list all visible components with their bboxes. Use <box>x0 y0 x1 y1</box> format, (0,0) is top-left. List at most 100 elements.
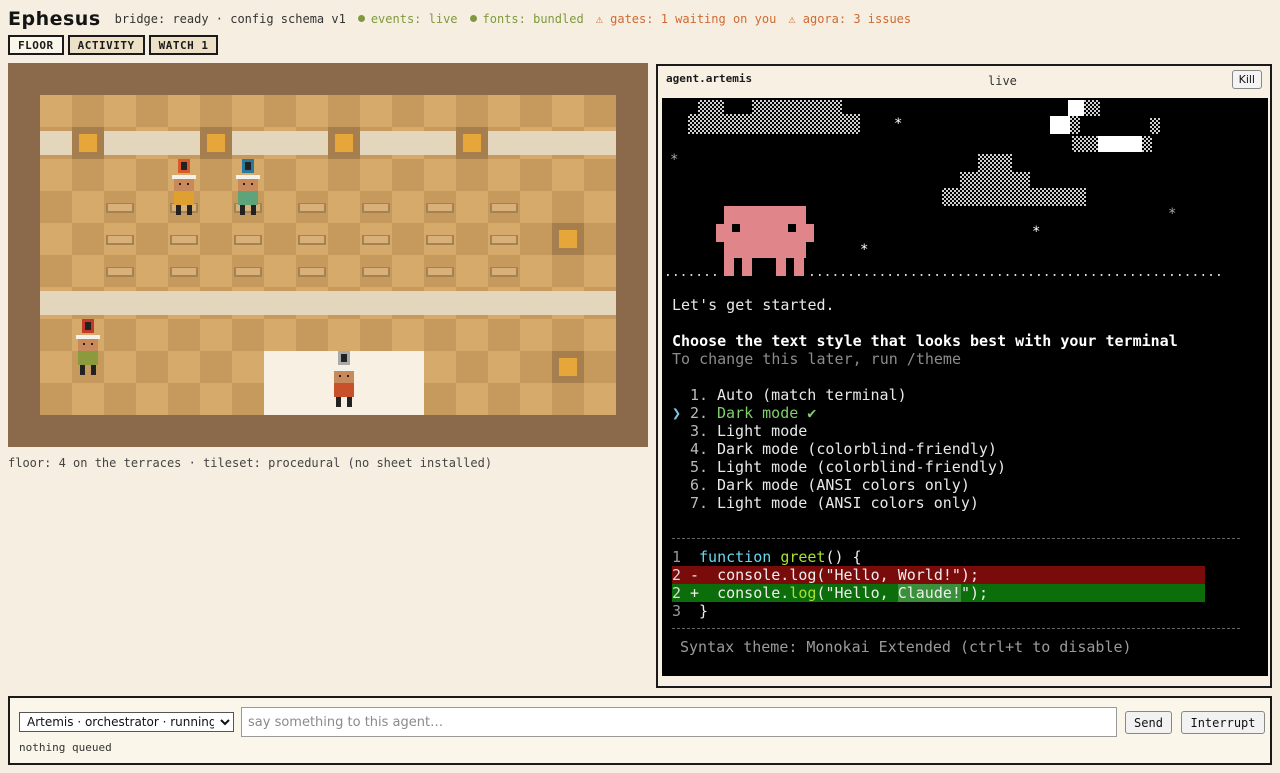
tab-watch[interactable]: WATCH 1 <box>148 35 219 55</box>
cloud <box>698 100 724 114</box>
floor-tile <box>456 223 488 255</box>
cloud <box>1068 100 1084 116</box>
theme-option-4[interactable]: 4. Dark mode (colorblind-friendly) <box>672 440 997 458</box>
interrupt-button[interactable]: Interrupt <box>1181 711 1265 734</box>
agora-status[interactable]: ⚠ agora: 3 issues <box>788 12 911 26</box>
hill <box>978 154 1012 172</box>
theme-option-7[interactable]: 7. Light mode (ANSI colors only) <box>672 494 979 512</box>
floor-tile <box>392 159 424 191</box>
mascot-icon <box>716 224 814 242</box>
theme-option-1[interactable]: 1. Auto (match terminal) <box>672 386 907 404</box>
floor-tile <box>72 255 104 287</box>
floor-tile <box>520 351 552 383</box>
floor-tile <box>424 95 456 127</box>
floor-tile <box>488 159 520 191</box>
floor-tile <box>296 95 328 127</box>
floor-canvas[interactable] <box>8 63 648 447</box>
floor-tile <box>200 191 232 223</box>
floor-tile <box>360 319 392 351</box>
counter <box>40 291 616 315</box>
floor-tile <box>72 191 104 223</box>
fonts-dot-icon <box>469 15 477 22</box>
floor-tile <box>328 255 360 287</box>
theme-option-5[interactable]: 5. Light mode (colorblind-friendly) <box>672 458 1006 476</box>
floor-tile <box>40 95 72 127</box>
floor-caption: floor: 4 on the terraces · tileset: proc… <box>8 456 493 470</box>
floor-tile <box>488 383 520 415</box>
theme-hint: To change this later, run /theme <box>672 350 961 368</box>
cloud <box>1084 100 1100 116</box>
star-icon: * <box>860 242 868 258</box>
floor-tile <box>200 223 232 255</box>
floor-tile <box>456 95 488 127</box>
floor-tile <box>424 319 456 351</box>
floor-tile <box>72 383 104 415</box>
floor-tile <box>424 159 456 191</box>
floor-tile <box>40 351 72 383</box>
floor-tile <box>136 159 168 191</box>
bench-top <box>300 236 324 243</box>
bench-top <box>492 204 516 211</box>
star-icon: * <box>670 152 678 168</box>
floor-tile <box>392 223 424 255</box>
floor-tile <box>200 351 232 383</box>
theme-heading: Choose the text style that looks best wi… <box>672 332 1178 350</box>
cloud <box>688 114 860 134</box>
floor-tile <box>392 319 424 351</box>
floor-tile <box>72 95 104 127</box>
floor-tile <box>456 191 488 223</box>
floor-tile <box>40 319 72 351</box>
floor-tile <box>168 383 200 415</box>
floor-tile <box>72 159 104 191</box>
floor-tile <box>40 223 72 255</box>
floor-tile <box>360 159 392 191</box>
theme-option-6[interactable]: 6. Dark mode (ANSI colors only) <box>672 476 970 494</box>
agent-panel-title: agent.artemis <box>666 72 753 85</box>
send-button[interactable]: Send <box>1125 711 1172 734</box>
message-input[interactable] <box>241 707 1117 737</box>
cloud <box>1070 116 1080 134</box>
agent-select[interactable]: Artemis · orchestrator · running <box>19 712 234 732</box>
floor-tile <box>328 191 360 223</box>
pillar <box>79 134 97 152</box>
bridge-status: bridge: ready · config schema v1 <box>114 12 346 26</box>
floor-tile <box>584 255 616 287</box>
theme-option-3[interactable]: 3. Light mode <box>672 422 807 440</box>
queue-status: nothing queued <box>19 741 112 754</box>
floor-tile <box>40 191 72 223</box>
bench-top <box>428 268 452 275</box>
cloud <box>1072 136 1098 152</box>
pillar <box>463 134 481 152</box>
tab-activity[interactable]: ACTIVITY <box>67 35 145 55</box>
star-icon: * <box>1032 224 1040 240</box>
bench-top <box>108 268 132 275</box>
gates-status[interactable]: ⚠ gates: 1 waiting on you <box>596 12 777 26</box>
kill-button[interactable]: Kill <box>1231 70 1262 89</box>
agent-terminal[interactable]: * * * * *....... ...........................… <box>662 98 1268 676</box>
fonts-status: fonts: bundled <box>482 12 584 26</box>
floor-tile <box>456 159 488 191</box>
floor-tile <box>136 255 168 287</box>
floor-tile <box>488 351 520 383</box>
mascot-eye-icon <box>732 224 740 232</box>
floor-tile <box>584 383 616 415</box>
code-line-3: 3 } <box>672 602 709 620</box>
bench-top <box>364 236 388 243</box>
theme-option-2[interactable]: ❯ 2. Dark mode ✔ <box>672 404 816 422</box>
floor-tile <box>584 351 616 383</box>
floor-tile <box>328 95 360 127</box>
lamp <box>559 230 577 248</box>
floor-tile <box>552 383 584 415</box>
tab-floor[interactable]: FLOOR <box>8 35 64 55</box>
floor-tile <box>232 95 264 127</box>
floor-tile <box>264 319 296 351</box>
floor-tile <box>264 223 296 255</box>
view-tabs: FLOOR ACTIVITY WATCH 1 <box>8 35 219 55</box>
bench-top <box>364 268 388 275</box>
star-icon: * <box>1168 206 1176 222</box>
floor-tile <box>360 95 392 127</box>
floor-tile <box>392 191 424 223</box>
floor-tile <box>424 383 456 415</box>
floor-tile <box>584 319 616 351</box>
floor-tile <box>104 95 136 127</box>
